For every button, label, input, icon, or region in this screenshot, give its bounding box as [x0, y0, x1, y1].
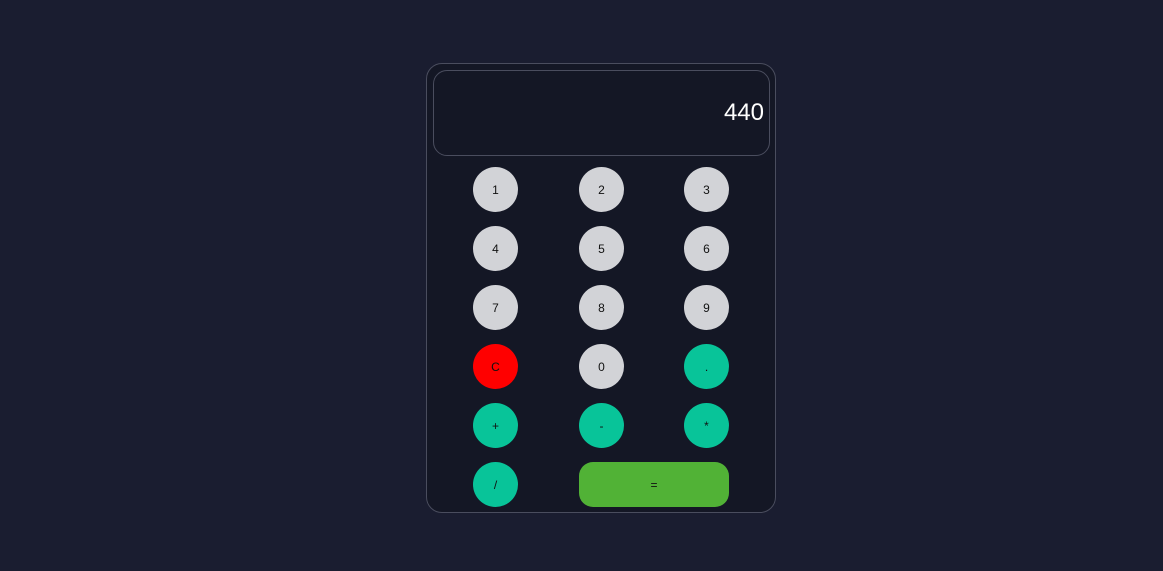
- calculator: 1 2 3 4 5 6 7 8 9 C 0 . + - * / =: [426, 63, 776, 513]
- minus-button[interactable]: -: [579, 403, 624, 448]
- key-4[interactable]: 4: [473, 226, 518, 271]
- divide-button[interactable]: /: [473, 462, 518, 507]
- key-9[interactable]: 9: [684, 285, 729, 330]
- key-0[interactable]: 0: [579, 344, 624, 389]
- plus-button[interactable]: +: [473, 403, 518, 448]
- clear-button[interactable]: C: [473, 344, 518, 389]
- key-5[interactable]: 5: [579, 226, 624, 271]
- key-1[interactable]: 1: [473, 167, 518, 212]
- key-6[interactable]: 6: [684, 226, 729, 271]
- key-7[interactable]: 7: [473, 285, 518, 330]
- key-2[interactable]: 2: [579, 167, 624, 212]
- key-8[interactable]: 8: [579, 285, 624, 330]
- decimal-button[interactable]: .: [684, 344, 729, 389]
- multiply-button[interactable]: *: [684, 403, 729, 448]
- equals-button[interactable]: =: [579, 462, 729, 507]
- calculator-display[interactable]: [433, 70, 770, 156]
- key-3[interactable]: 3: [684, 167, 729, 212]
